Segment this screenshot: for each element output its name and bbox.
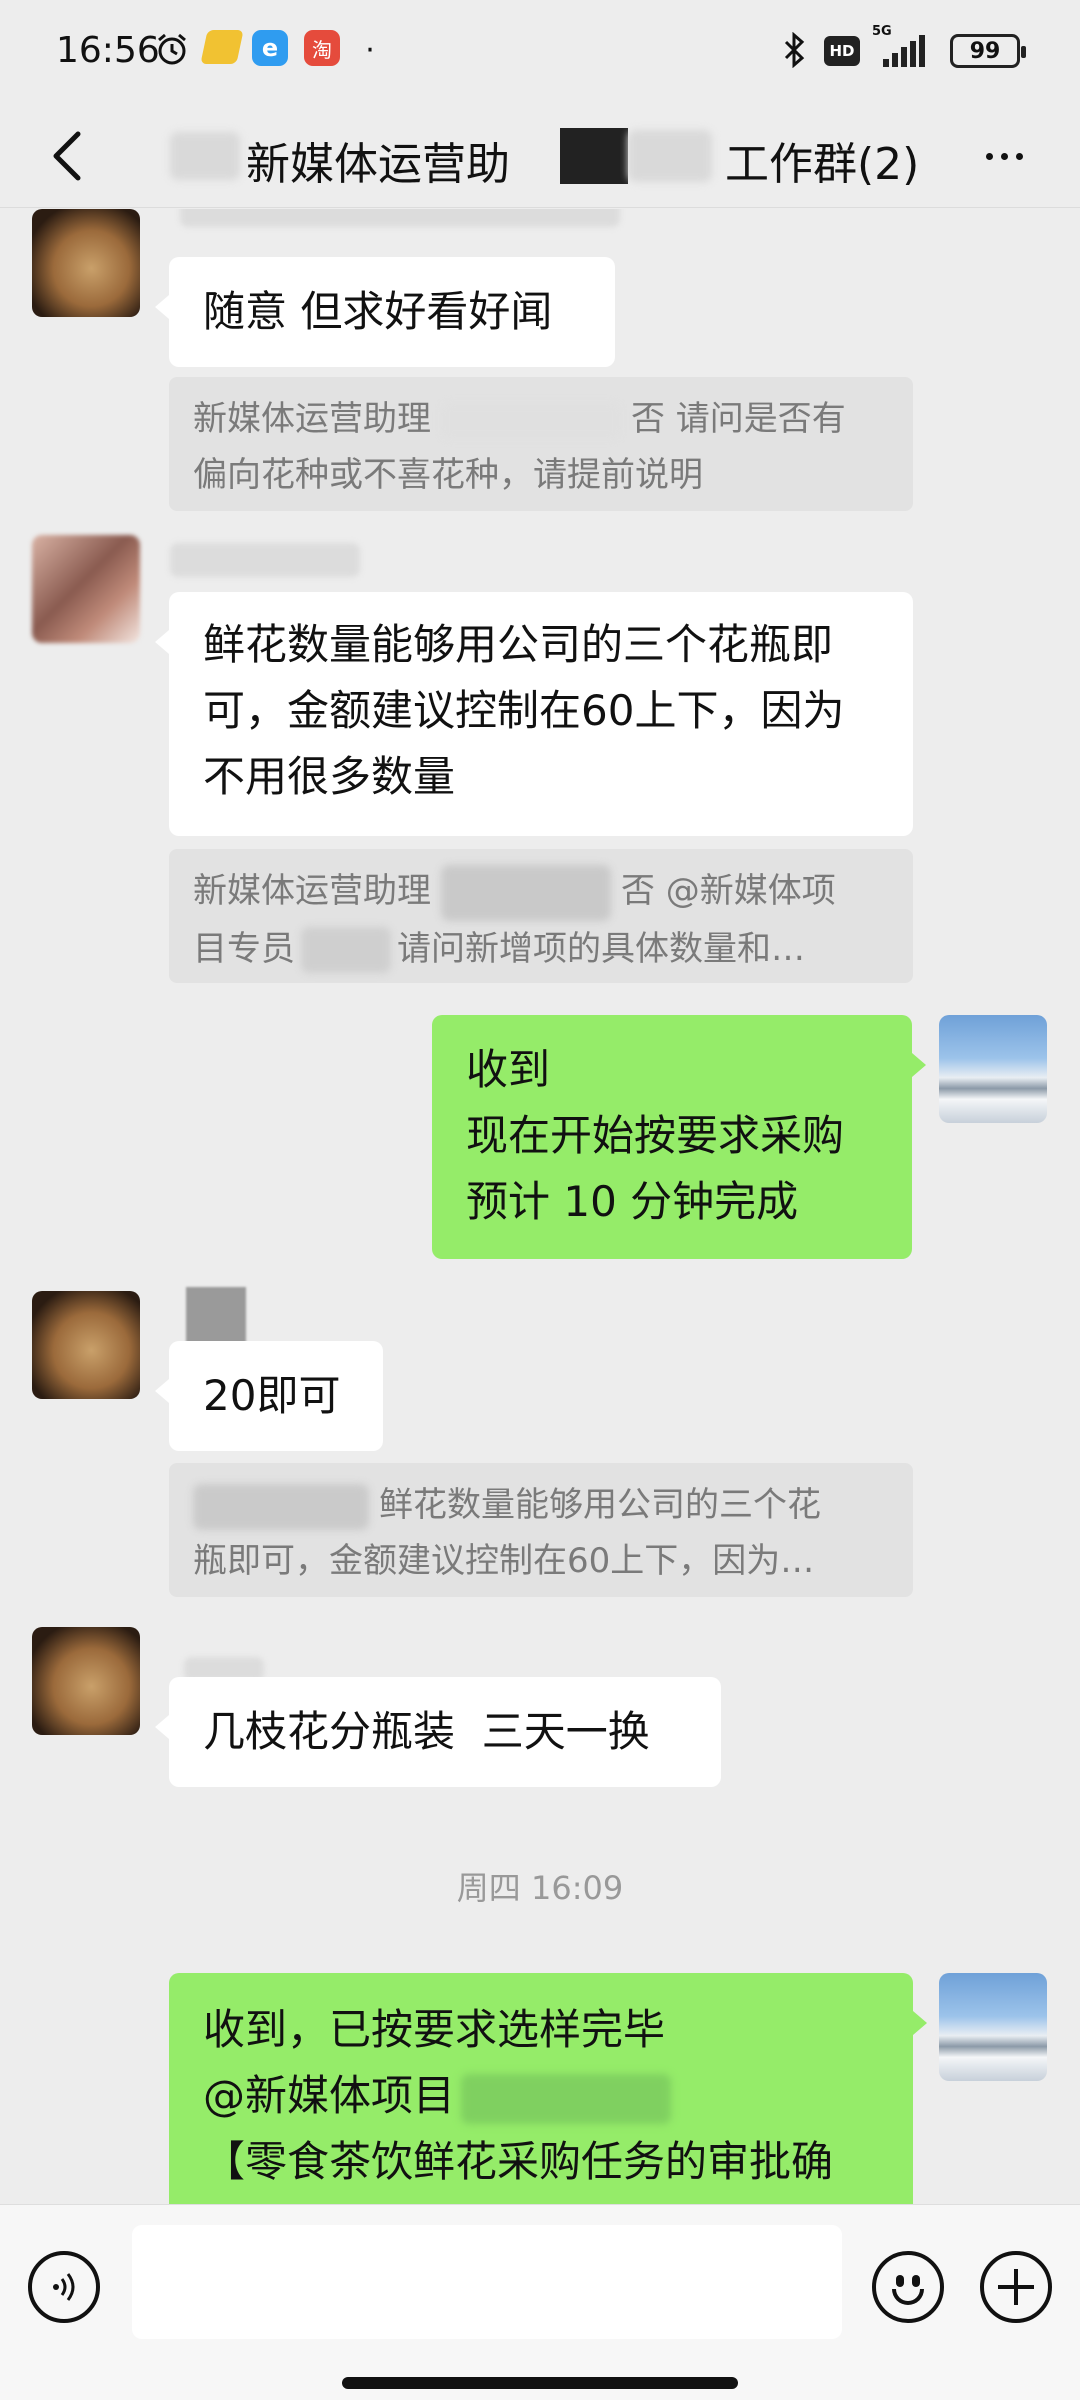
sender-name-blurred — [180, 209, 620, 227]
avatar[interactable] — [32, 535, 140, 643]
back-arrow-icon[interactable] — [38, 126, 98, 186]
message-bubble-incoming[interactable]: 鲜花数量能够用公司的三个花瓶即 可，金额建议控制在60上下，因为 不用很多数量 — [155, 592, 913, 836]
redaction-box — [560, 128, 628, 184]
chat-title-part1: 新媒体运营助 — [246, 139, 510, 190]
chat-title[interactable]: 新媒体运营助 工作群(2) — [150, 122, 930, 190]
message-text: 几枝花分瓶装 三天一换 — [203, 1707, 650, 1756]
quote-text: 目专员 — [193, 928, 295, 969]
message-text: 不用很多数量 — [203, 752, 456, 801]
message-text: 可，金额建议控制在60上下，因为 — [203, 686, 845, 735]
avatar-self[interactable] — [939, 1015, 1047, 1123]
network-type-label: 5G — [872, 24, 892, 39]
quoted-message[interactable]: 新媒体运营助理 否 请问是否有 偏向花种或不喜花种，请提前说明 — [169, 377, 913, 511]
quote-text: 新媒体运营助理 — [193, 871, 431, 911]
message-text: @新媒体项目 — [203, 2071, 456, 2120]
status-time: 16:56 — [56, 30, 160, 71]
taobao-app-icon: 淘 — [304, 30, 340, 66]
message-bubble-incoming[interactable]: 几枝花分瓶装 三天一换 — [155, 1677, 721, 1787]
quote-text: 瓶即可，金额建议控制在60上下，因为… — [193, 1541, 815, 1581]
chat-header: 新媒体运营助 工作群(2) — [0, 104, 1080, 208]
emoji-icon[interactable] — [872, 2251, 944, 2323]
voice-input-icon[interactable] — [28, 2251, 100, 2323]
quoted-message[interactable]: 鲜花数量能够用公司的三个花 瓶即可，金额建议控制在60上下，因为… — [169, 1463, 913, 1597]
quote-text: 否 @新媒体项 — [621, 871, 836, 911]
message-text: 预计 10 分钟完成 — [466, 1177, 799, 1226]
message-text: 收到，已按要求选样完毕 — [203, 2005, 666, 2054]
chat-timestamp: 周四 16:09 — [456, 1869, 624, 1907]
app-notification-icon — [200, 30, 244, 64]
quote-text: 否 请问是否有 — [631, 399, 846, 439]
more-actions-plus-icon[interactable] — [980, 2251, 1052, 2323]
avatar[interactable] — [32, 1291, 140, 1399]
quote-text: 新媒体运营助理 — [193, 399, 431, 439]
message-bubble-incoming[interactable]: 随意 但求好看好闻 — [155, 257, 615, 367]
quote-text: 请问新增项的具体数量和… — [397, 928, 805, 969]
signal-icon: 5G — [872, 24, 936, 70]
hd-badge: HD — [824, 36, 860, 66]
message-input[interactable] — [132, 2225, 842, 2339]
chat-title-part2: 工作群(2) — [725, 139, 920, 190]
chat-message-list[interactable]: 随意 但求好看好闻 新媒体运营助理 否 请问是否有 偏向花种或不喜花种，请提前说明… — [0, 209, 1080, 2204]
message-bubble-incoming[interactable]: 20即可 — [155, 1341, 383, 1451]
message-text: 收到 — [466, 1045, 551, 1094]
message-text: 现在开始按要求采购 — [466, 1111, 845, 1160]
alarm-icon — [152, 30, 192, 70]
browser-app-icon: e — [252, 30, 288, 66]
message-bubble-outgoing[interactable]: 收到，已按要求选样完毕 @新媒体项目 【零食茶饮鲜花采购任务的审批确 — [169, 1973, 927, 2204]
quoted-message[interactable]: 新媒体运营助理 否 @新媒体项 目专员 请问新增项的具体数量和… — [169, 849, 913, 983]
sender-name-blurred — [170, 543, 360, 577]
bluetooth-icon — [780, 30, 808, 70]
quote-text: 偏向花种或不喜花种，请提前说明 — [193, 455, 703, 495]
avatar-self[interactable] — [939, 1973, 1047, 2081]
avatar[interactable] — [32, 1627, 140, 1735]
quote-text: 鲜花数量能够用公司的三个花 — [379, 1485, 821, 1525]
battery-level: 99 — [969, 38, 1001, 64]
status-bar: 16:56 e 淘 · HD 5G 99 — [0, 0, 1080, 104]
message-text: 鲜花数量能够用公司的三个花瓶即 — [203, 620, 834, 669]
sender-name-blurred — [186, 1287, 246, 1343]
home-indicator[interactable] — [342, 2377, 738, 2389]
message-text: 随意 但求好看好闻 — [203, 287, 553, 336]
input-bar — [0, 2204, 1080, 2400]
message-text: 20即可 — [203, 1371, 341, 1420]
battery-icon: 99 — [950, 34, 1026, 68]
more-options-icon[interactable] — [972, 126, 1036, 186]
message-bubble-outgoing[interactable]: 收到 现在开始按要求采购 预计 10 分钟完成 — [432, 1015, 926, 1259]
more-notifications-dot-icon: · — [365, 32, 375, 68]
message-text: 【零食茶饮鲜花采购任务的审批确 — [203, 2137, 834, 2186]
avatar[interactable] — [32, 209, 140, 317]
